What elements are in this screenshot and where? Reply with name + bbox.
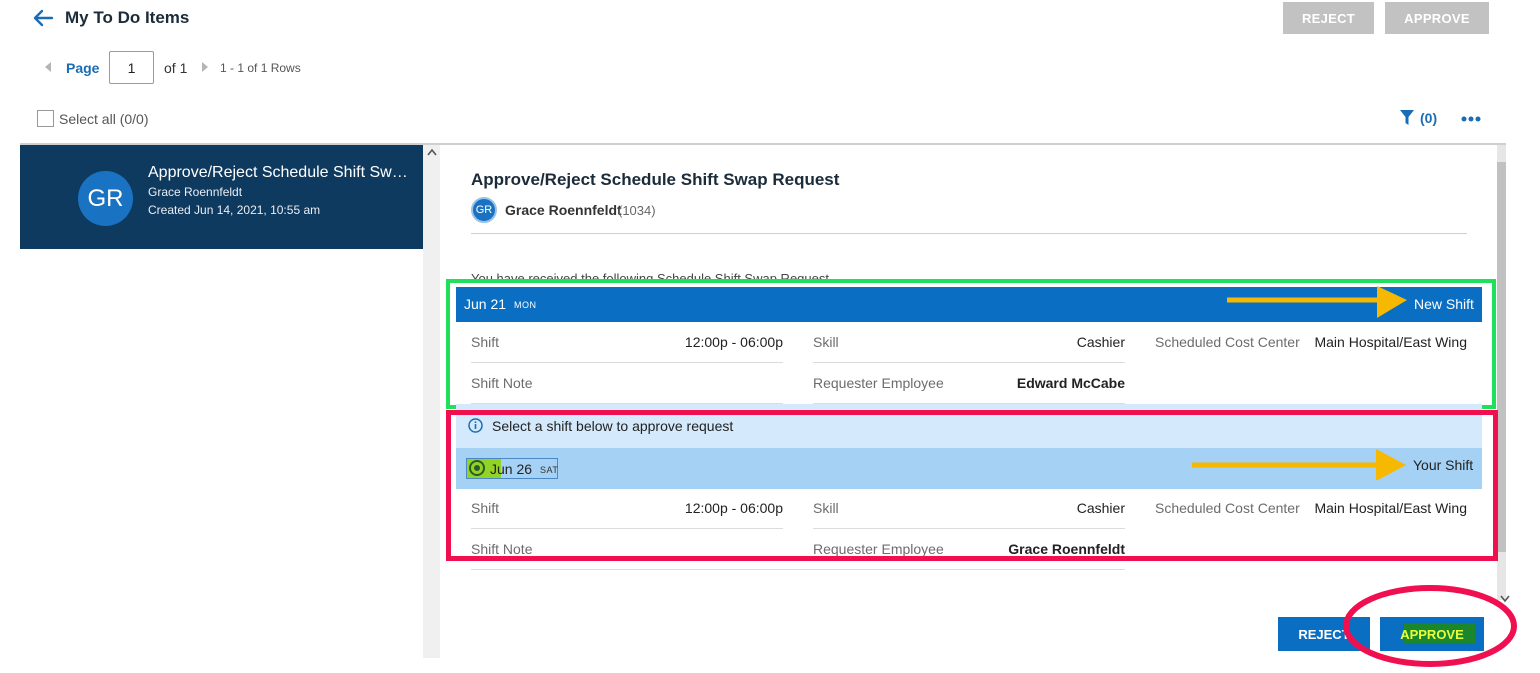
divider xyxy=(471,233,1467,234)
annotation-red-circle xyxy=(1343,585,1517,667)
page-label: Page xyxy=(66,60,100,76)
more-options-icon[interactable] xyxy=(1461,116,1481,122)
divider xyxy=(471,569,1125,570)
select-all-label[interactable]: Select all (0/0) xyxy=(59,111,148,127)
approve-button-top[interactable]: APPROVE xyxy=(1385,2,1489,34)
avatar: GR xyxy=(78,171,133,226)
list-item-title[interactable]: Approve/Reject Schedule Shift Swap Reque… xyxy=(148,164,408,182)
page-total-label: of 1 xyxy=(164,60,188,76)
list-item-created: Created Jun 14, 2021, 10:55 am xyxy=(148,203,321,217)
scrollbar-thumb[interactable] xyxy=(1497,162,1506,552)
reject-button-top[interactable]: REJECT xyxy=(1283,2,1374,34)
avatar: GR xyxy=(471,197,497,223)
annotation-red-box xyxy=(446,410,1498,561)
select-all-checkbox[interactable] xyxy=(37,110,54,127)
page-title: My To Do Items xyxy=(65,8,190,27)
annotation-green-box xyxy=(446,279,1496,409)
rows-count-label: 1 - 1 of 1 Rows xyxy=(220,61,301,75)
next-page-icon[interactable] xyxy=(201,62,209,72)
filter-count[interactable]: (0) xyxy=(1420,110,1437,126)
scroll-down-icon[interactable] xyxy=(1500,595,1510,603)
list-item-name: Grace Roennfeldt xyxy=(148,185,243,199)
page-number-input[interactable] xyxy=(109,51,154,84)
previous-page-icon[interactable] xyxy=(44,62,52,72)
list-scrollbar[interactable] xyxy=(423,145,440,658)
detail-title: Approve/Reject Schedule Shift Swap Reque… xyxy=(471,170,840,189)
requester-id: (1034) xyxy=(618,203,656,218)
back-arrow-icon[interactable] xyxy=(32,8,54,28)
filter-icon[interactable] xyxy=(1400,110,1414,126)
scroll-up-icon[interactable] xyxy=(427,148,437,156)
requester-name: Grace Roennfeldt xyxy=(505,202,622,218)
